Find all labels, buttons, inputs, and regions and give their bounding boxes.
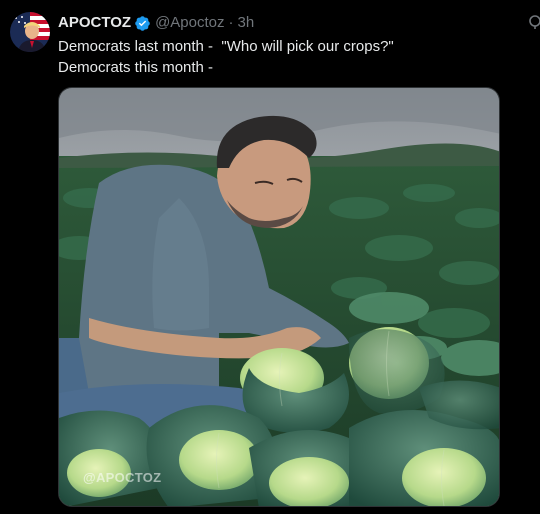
photo-man-in-cabbage-field (59, 88, 499, 506)
more-options-icon[interactable] (528, 14, 540, 32)
verified-badge-icon (134, 15, 151, 32)
tweet-media-photo[interactable]: @APOCTOZ (58, 87, 500, 507)
post-timestamp[interactable]: 3h (238, 13, 255, 33)
tweet-post: APOCTOZ @Apoctoz · 3h Democrats last mon… (0, 0, 540, 514)
author-display-name[interactable]: APOCTOZ (58, 13, 131, 33)
tweet-text: Democrats last month - "Who will pick ou… (58, 36, 528, 78)
tweet-text-line-2: Democrats this month - (58, 59, 214, 76)
avatar-image (10, 12, 50, 52)
photo-watermark: @APOCTOZ (83, 470, 162, 485)
separator-dot: · (228, 14, 234, 31)
tweet-header: APOCTOZ @Apoctoz · 3h (58, 13, 254, 33)
author-handle[interactable]: @Apoctoz (155, 13, 224, 33)
tweet-text-line-1: Democrats last month - "Who will pick ou… (58, 38, 394, 55)
author-avatar[interactable] (10, 12, 50, 52)
